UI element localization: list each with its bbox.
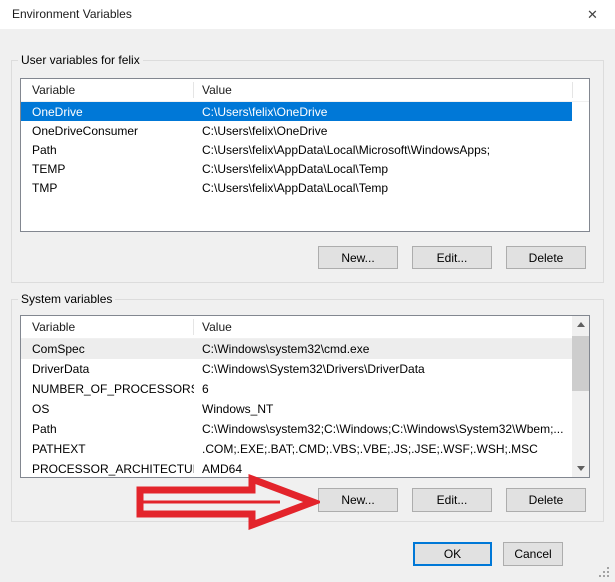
value-cell: C:\Windows\System32\Drivers\DriverData — [194, 362, 572, 376]
table-row[interactable]: TEMP C:\Users\felix\AppData\Local\Temp — [21, 159, 572, 178]
variable-cell: OneDrive — [21, 105, 194, 119]
value-cell: C:\Users\felix\AppData\Local\Temp — [194, 181, 572, 195]
system-delete-button[interactable]: Delete — [506, 488, 586, 512]
ok-button[interactable]: OK — [413, 542, 492, 566]
resize-grip[interactable] — [597, 565, 610, 578]
variable-cell: TEMP — [21, 162, 194, 176]
scroll-down-button[interactable] — [572, 460, 589, 477]
value-cell: 6 — [194, 382, 572, 396]
red-arrow-annotation-icon — [130, 472, 320, 534]
variable-cell: PATHEXT — [21, 442, 194, 456]
value-cell: C:\Windows\system32;C:\Windows;C:\Window… — [194, 422, 572, 436]
table-row[interactable]: Path C:\Windows\system32;C:\Windows;C:\W… — [21, 419, 572, 439]
value-cell: Windows_NT — [194, 402, 572, 416]
table-row[interactable]: PATHEXT .COM;.EXE;.BAT;.CMD;.VBS;.VBE;.J… — [21, 439, 572, 459]
user-table-header: Variable Value — [21, 79, 589, 102]
variable-cell: Path — [21, 143, 194, 157]
close-button[interactable]: ✕ — [570, 0, 615, 29]
cancel-button[interactable]: Cancel — [503, 542, 563, 566]
system-edit-button[interactable]: Edit... — [412, 488, 492, 512]
column-separator[interactable] — [193, 82, 194, 98]
system-table-header: Variable Value — [21, 316, 589, 339]
user-delete-button[interactable]: Delete — [506, 246, 586, 269]
system-table-rows: ComSpec C:\Windows\system32\cmd.exe Driv… — [21, 339, 589, 477]
value-cell: C:\Users\felix\OneDrive — [194, 105, 572, 119]
system-variables-table[interactable]: Variable Value ComSpec C:\Windows\system… — [20, 315, 590, 478]
triangle-up-icon — [577, 322, 585, 327]
column-header-variable[interactable]: Variable — [32, 83, 75, 97]
column-separator[interactable] — [572, 82, 573, 98]
table-row[interactable]: OneDriveConsumer C:\Users\felix\OneDrive — [21, 121, 572, 140]
user-variables-label: User variables for felix — [18, 53, 143, 67]
value-cell: C:\Users\felix\AppData\Local\Microsoft\W… — [194, 143, 572, 157]
variable-cell: ComSpec — [21, 342, 194, 356]
table-row[interactable]: Path C:\Users\felix\AppData\Local\Micros… — [21, 140, 572, 159]
variable-cell: TMP — [21, 181, 194, 195]
variable-cell: NUMBER_OF_PROCESSORS — [21, 382, 194, 396]
table-row[interactable]: ComSpec C:\Windows\system32\cmd.exe — [21, 339, 572, 359]
variable-cell: Path — [21, 422, 194, 436]
value-cell: C:\Users\felix\AppData\Local\Temp — [194, 162, 572, 176]
title-bar: Environment Variables ✕ — [0, 0, 615, 29]
column-header-value[interactable]: Value — [202, 83, 232, 97]
user-variables-table[interactable]: Variable Value OneDrive C:\Users\felix\O… — [20, 78, 590, 232]
vertical-scrollbar[interactable] — [572, 316, 589, 477]
scrollbar-thumb[interactable] — [572, 336, 589, 391]
triangle-down-icon — [577, 466, 585, 471]
window-title: Environment Variables — [12, 7, 132, 21]
variable-cell: DriverData — [21, 362, 194, 376]
table-row[interactable]: OS Windows_NT — [21, 399, 572, 419]
value-cell: C:\Users\felix\OneDrive — [194, 124, 572, 138]
value-cell: C:\Windows\system32\cmd.exe — [194, 342, 572, 356]
table-row[interactable]: OneDrive C:\Users\felix\OneDrive — [21, 102, 572, 121]
variable-cell: OS — [21, 402, 194, 416]
close-icon: ✕ — [587, 7, 598, 23]
system-variables-label: System variables — [18, 292, 115, 306]
variable-cell: OneDriveConsumer — [21, 124, 194, 138]
column-separator[interactable] — [193, 319, 194, 335]
system-new-button[interactable]: New... — [318, 488, 398, 512]
value-cell: .COM;.EXE;.BAT;.CMD;.VBS;.VBE;.JS;.JSE;.… — [194, 442, 572, 456]
user-new-button[interactable]: New... — [318, 246, 398, 269]
user-edit-button[interactable]: Edit... — [412, 246, 492, 269]
column-header-value[interactable]: Value — [202, 320, 232, 334]
table-row[interactable]: NUMBER_OF_PROCESSORS 6 — [21, 379, 572, 399]
scroll-up-button[interactable] — [572, 316, 589, 333]
table-row[interactable]: TMP C:\Users\felix\AppData\Local\Temp — [21, 178, 572, 197]
user-table-rows: OneDrive C:\Users\felix\OneDrive OneDriv… — [21, 102, 589, 231]
table-row[interactable]: DriverData C:\Windows\System32\Drivers\D… — [21, 359, 572, 379]
column-header-variable[interactable]: Variable — [32, 320, 75, 334]
